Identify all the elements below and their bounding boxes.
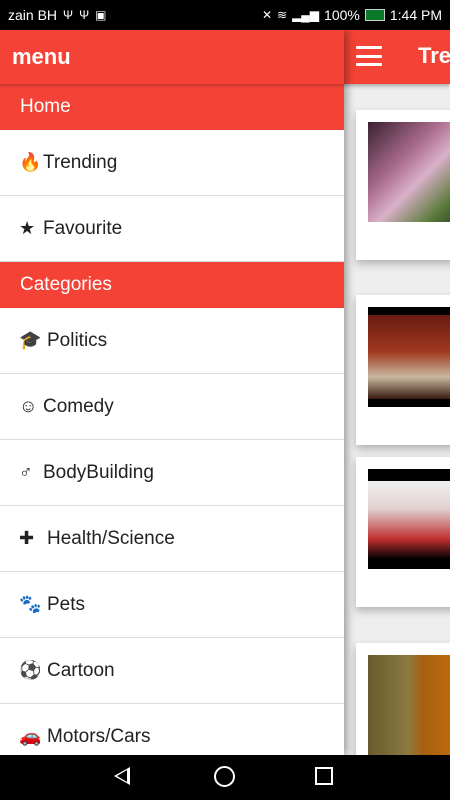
back-icon[interactable] <box>114 767 130 785</box>
categories-header: Categories <box>0 262 344 308</box>
navigation-drawer: menu Home 🔥 Trending ★ Favourite Categor… <box>0 30 344 755</box>
drawer-item-label: Trending <box>43 151 118 173</box>
car-icon: 🚗 <box>19 726 42 746</box>
drawer-item-health-science[interactable]: ✚ Health/Science <box>0 506 344 572</box>
soccer-ball-icon: ⚽ <box>19 660 42 680</box>
fire-icon: 🔥 <box>19 152 42 172</box>
flag-icon <box>364 9 385 21</box>
male-icon: ♂ <box>19 462 33 482</box>
drawer-item-home[interactable]: Home <box>0 84 344 130</box>
drawer-item-bodybuilding[interactable]: ♂ BodyBuilding <box>0 440 344 506</box>
drawer-item-label: Motors/Cars <box>47 725 151 747</box>
drawer-item-motors-cars[interactable]: 🚗 Motors/Cars <box>0 704 344 755</box>
drawer-item-pets[interactable]: 🐾 Pets <box>0 572 344 638</box>
battery-label: 100% <box>324 7 360 23</box>
wifi-icon: ≋ <box>277 8 288 22</box>
drawer-item-politics[interactable]: 🎓 Politics <box>0 308 344 374</box>
graduation-cap-icon: 🎓 <box>19 330 42 350</box>
smile-icon: ☺ <box>19 396 38 416</box>
video-thumbnail[interactable] <box>368 655 450 755</box>
video-thumbnail[interactable] <box>368 307 450 407</box>
home-icon[interactable] <box>214 766 235 787</box>
drawer-title: menu <box>0 30 344 84</box>
status-bar: zain BH Ψ Ψ ▣ ✕ ≋ ▂▄▆ 100% 1:44 PM <box>0 0 450 30</box>
drawer-item-trending[interactable]: 🔥 Trending <box>0 130 344 196</box>
notification-icon: ▣ <box>95 8 107 22</box>
video-card[interactable] <box>356 457 450 607</box>
recent-apps-icon[interactable] <box>315 767 333 785</box>
drawer-item-label: Favourite <box>43 217 123 239</box>
system-nav-bar <box>0 755 450 800</box>
paw-icon: 🐾 <box>19 594 42 614</box>
video-card[interactable] <box>356 110 450 260</box>
page-title: Tre <box>418 43 450 68</box>
drawer-item-favourite[interactable]: ★ Favourite <box>0 196 344 262</box>
carrier-label: zain BH <box>8 7 58 23</box>
usb-icon: Ψ <box>79 8 90 22</box>
signal-icon: ▂▄▆ <box>292 8 320 22</box>
video-thumbnail[interactable] <box>368 469 450 569</box>
video-thumbnail[interactable] <box>368 122 450 222</box>
drawer-item-cartoon[interactable]: ⚽ Cartoon <box>0 638 344 704</box>
usb-icon: Ψ <box>63 8 74 22</box>
drawer-item-label: Politics <box>47 329 108 351</box>
drawer-item-label: Cartoon <box>47 659 115 681</box>
star-icon: ★ <box>19 218 36 238</box>
drawer-item-label: Comedy <box>43 395 114 417</box>
video-card[interactable] <box>356 295 450 445</box>
clock: 1:44 PM <box>389 7 442 23</box>
medkit-icon: ✚ <box>19 528 35 548</box>
drawer-item-comedy[interactable]: ☺ Comedy <box>0 374 344 440</box>
drawer-item-label: Pets <box>47 593 86 615</box>
mute-icon: ✕ <box>261 8 273 22</box>
drawer-item-label: Health/Science <box>47 527 175 549</box>
drawer-item-label: BodyBuilding <box>43 461 154 483</box>
menu-icon[interactable] <box>356 46 382 66</box>
